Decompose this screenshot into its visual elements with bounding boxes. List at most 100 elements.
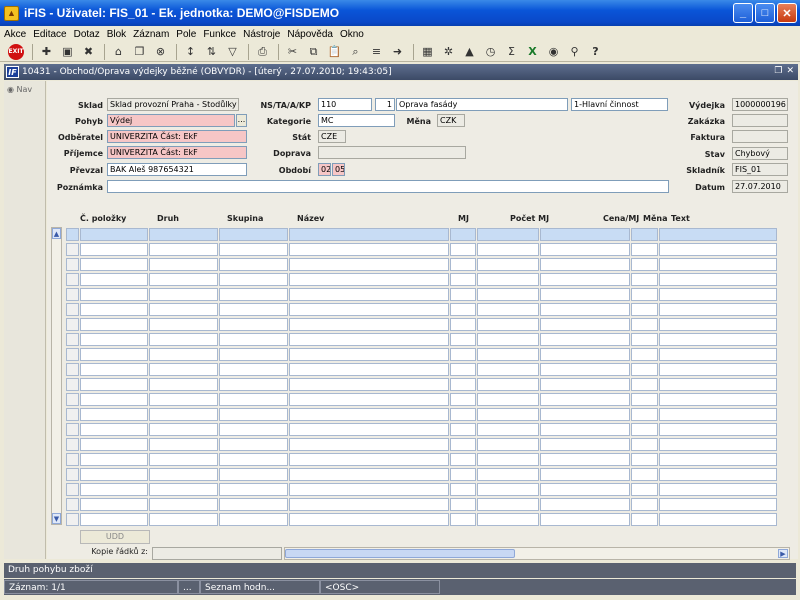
row-selector[interactable] (66, 318, 79, 331)
skladnik-field[interactable]: FIS_01 (732, 163, 788, 176)
table-cell[interactable] (219, 513, 288, 526)
table-cell[interactable] (149, 513, 218, 526)
table-cell[interactable] (659, 483, 777, 496)
table-cell[interactable] (289, 393, 449, 406)
menu-nastroje[interactable]: Nástroje (243, 29, 280, 40)
table-row[interactable] (66, 287, 793, 302)
table-row[interactable] (66, 227, 793, 242)
new-record-icon[interactable]: ✚ (37, 43, 56, 61)
table-row[interactable] (66, 407, 793, 422)
table-row[interactable] (66, 302, 793, 317)
table-cell[interactable] (450, 303, 476, 316)
menu-napoveda[interactable]: Nápověda (287, 29, 333, 40)
clear-icon[interactable]: ⌂ (109, 43, 128, 61)
table-cell[interactable] (149, 423, 218, 436)
table-cell[interactable] (149, 408, 218, 421)
kopie-radku-field[interactable] (152, 547, 282, 560)
close-form-icon[interactable]: ✕ (786, 66, 794, 76)
table-cell[interactable] (149, 498, 218, 511)
sort-asc-icon[interactable]: ↕ (181, 43, 200, 61)
table-cell[interactable] (289, 228, 449, 241)
obdobi-field-2[interactable]: 05 (332, 163, 345, 176)
ns-field-3[interactable]: Oprava fasády (396, 98, 568, 111)
menu-blok[interactable]: Blok (107, 29, 126, 40)
table-cell[interactable] (540, 513, 630, 526)
row-selector[interactable] (66, 453, 79, 466)
table-cell[interactable] (219, 468, 288, 481)
zakazka-field[interactable] (732, 114, 788, 127)
table-cell[interactable] (631, 453, 658, 466)
scroll-up-icon[interactable]: ▲ (52, 228, 61, 239)
table-cell[interactable] (477, 318, 539, 331)
table-row[interactable] (66, 452, 793, 467)
table-cell[interactable] (149, 258, 218, 271)
table-cell[interactable] (219, 303, 288, 316)
table-cell[interactable] (149, 453, 218, 466)
table-cell[interactable] (540, 318, 630, 331)
row-selector[interactable] (66, 498, 79, 511)
list-icon[interactable]: ≡ (367, 43, 386, 61)
table-cell[interactable] (149, 288, 218, 301)
row-selector[interactable] (66, 438, 79, 451)
table-cell[interactable] (477, 363, 539, 376)
table-row[interactable] (66, 437, 793, 452)
table-cell[interactable] (450, 468, 476, 481)
table-cell[interactable] (631, 273, 658, 286)
table-cell[interactable] (80, 393, 148, 406)
row-selector[interactable] (66, 258, 79, 271)
table-cell[interactable] (477, 513, 539, 526)
restore-icon[interactable]: ❐ (774, 66, 782, 76)
table-cell[interactable] (80, 243, 148, 256)
table-cell[interactable] (540, 333, 630, 346)
table-cell[interactable] (80, 468, 148, 481)
table-cell[interactable] (80, 408, 148, 421)
copy-icon[interactable]: ⧉ (304, 43, 323, 61)
row-selector[interactable] (66, 333, 79, 346)
table-cell[interactable] (540, 408, 630, 421)
table-cell[interactable] (659, 513, 777, 526)
table-cell[interactable] (631, 333, 658, 346)
table-row[interactable] (66, 242, 793, 257)
table-cell[interactable] (149, 468, 218, 481)
table-cell[interactable] (477, 468, 539, 481)
table-cell[interactable] (289, 258, 449, 271)
menu-dotaz[interactable]: Dotaz (74, 29, 100, 40)
calculator-icon[interactable]: ▦ (418, 43, 437, 61)
row-selector[interactable] (66, 243, 79, 256)
table-row[interactable] (66, 347, 793, 362)
table-cell[interactable] (450, 318, 476, 331)
doprava-field[interactable] (318, 146, 466, 159)
table-cell[interactable] (631, 468, 658, 481)
table-cell[interactable] (80, 348, 148, 361)
table-cell[interactable] (477, 258, 539, 271)
table-cell[interactable] (631, 393, 658, 406)
table-cell[interactable] (219, 318, 288, 331)
table-cell[interactable] (219, 363, 288, 376)
table-cell[interactable] (149, 378, 218, 391)
table-cell[interactable] (149, 303, 218, 316)
table-cell[interactable] (477, 393, 539, 406)
table-row[interactable] (66, 422, 793, 437)
table-row[interactable] (66, 467, 793, 482)
table-cell[interactable] (289, 513, 449, 526)
table-cell[interactable] (219, 438, 288, 451)
table-cell[interactable] (631, 408, 658, 421)
table-cell[interactable] (540, 363, 630, 376)
table-cell[interactable] (631, 378, 658, 391)
table-cell[interactable] (80, 363, 148, 376)
table-cell[interactable] (80, 453, 148, 466)
table-cell[interactable] (80, 318, 148, 331)
table-cell[interactable] (219, 288, 288, 301)
table-cell[interactable] (289, 408, 449, 421)
poznamka-field[interactable] (107, 180, 669, 193)
table-cell[interactable] (659, 348, 777, 361)
row-selector[interactable] (66, 228, 79, 241)
table-cell[interactable] (631, 483, 658, 496)
table-row[interactable] (66, 362, 793, 377)
table-cell[interactable] (540, 243, 630, 256)
table-cell[interactable] (540, 378, 630, 391)
table-cell[interactable] (540, 483, 630, 496)
table-cell[interactable] (289, 378, 449, 391)
table-cell[interactable] (540, 438, 630, 451)
table-cell[interactable] (149, 393, 218, 406)
